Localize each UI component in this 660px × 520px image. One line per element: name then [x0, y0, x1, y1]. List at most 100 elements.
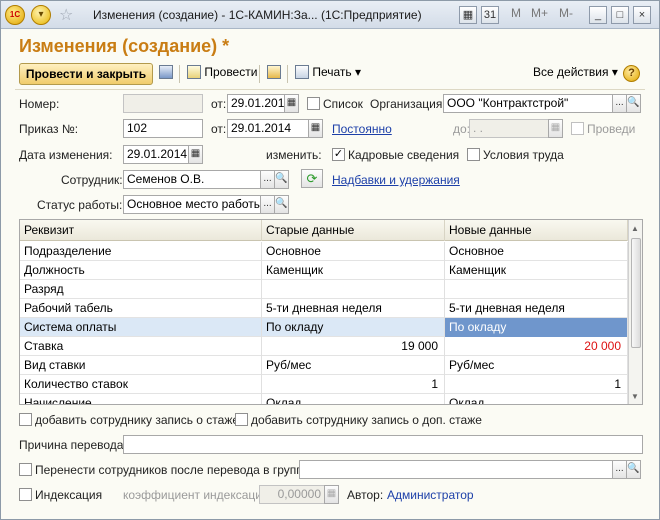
- personnel-label: Кадровые сведения: [348, 148, 460, 162]
- change-date-field[interactable]: 29.01.2014: [123, 145, 189, 164]
- calendar-icon[interactable]: ▦: [284, 94, 299, 113]
- personnel-checkbox[interactable]: ✓: [332, 148, 345, 161]
- calendar-icon[interactable]: ▦: [308, 119, 323, 138]
- cell-attribute: Рабочий табель: [20, 299, 262, 318]
- table-row-selected[interactable]: Система оплаты По окладу По окладу: [20, 318, 628, 337]
- cell-new[interactable]: Руб/мес: [445, 356, 628, 375]
- move-group-field[interactable]: [299, 460, 613, 479]
- help-icon[interactable]: ?: [623, 65, 640, 82]
- memory-m-button[interactable]: M: [511, 6, 521, 20]
- number-date-field[interactable]: 29.01.2014: [227, 94, 285, 113]
- table-row[interactable]: Начисление Оклад Оклад: [20, 394, 628, 404]
- chevron-down-icon: ▾: [355, 65, 362, 79]
- column-header-attribute[interactable]: Реквизит: [20, 220, 262, 241]
- indexing-label: Индексация: [35, 488, 103, 502]
- cell-attribute: Система оплаты: [20, 318, 262, 337]
- move-group-checkbox[interactable]: [19, 463, 32, 476]
- order-number-field[interactable]: 102: [123, 119, 203, 138]
- refresh-icon[interactable]: ⟳: [301, 169, 323, 188]
- select-dots-button[interactable]: ...: [260, 170, 275, 189]
- save-icon[interactable]: [159, 65, 173, 79]
- cell-new[interactable]: 1: [445, 375, 628, 394]
- calendar-icon[interactable]: 31: [481, 6, 499, 24]
- cell-new[interactable]: [445, 280, 628, 299]
- table-row[interactable]: Ставка 19 000 20 000: [20, 337, 628, 356]
- list-checkbox[interactable]: [307, 97, 320, 110]
- table-scrollbar[interactable]: ▲ ▼: [628, 220, 642, 404]
- indexing-checkbox[interactable]: [19, 488, 32, 501]
- post-and-close-button[interactable]: Провести и закрыть: [19, 63, 153, 85]
- number-date-label: от:: [211, 97, 227, 111]
- scrollbar-thumb[interactable]: [631, 238, 641, 348]
- toolbar-separator: [259, 65, 260, 83]
- allowances-link[interactable]: Надбавки и удержания: [332, 173, 460, 187]
- search-icon[interactable]: 🔍: [626, 460, 641, 479]
- favorite-star-icon[interactable]: ☆: [59, 5, 73, 25]
- cell-old: 1: [262, 375, 445, 394]
- conditions-checkbox[interactable]: [467, 148, 480, 161]
- permanent-link[interactable]: Постоянно: [332, 122, 392, 136]
- all-actions-button[interactable]: Все действия ▾: [533, 65, 618, 79]
- table-row[interactable]: Разряд: [20, 280, 628, 299]
- table-row[interactable]: Количество ставок 1 1: [20, 375, 628, 394]
- add-extra-experience-checkbox[interactable]: [235, 413, 248, 426]
- posted-label: Проведи: [587, 122, 636, 136]
- cell-attribute: Подразделение: [20, 242, 262, 261]
- reason-label: Причина перевода:: [19, 438, 127, 452]
- scroll-up-icon[interactable]: ▲: [631, 224, 639, 233]
- search-icon[interactable]: 🔍: [274, 170, 289, 189]
- table-row[interactable]: Рабочий табель 5-ти дневная неделя 5-ти …: [20, 299, 628, 318]
- conditions-label: Условия труда: [483, 148, 564, 162]
- memory-plus-button[interactable]: M+: [531, 6, 548, 20]
- print-button[interactable]: Печать ▾: [295, 65, 361, 79]
- cell-new[interactable]: 20 000: [445, 337, 628, 356]
- close-button[interactable]: ×: [633, 6, 651, 24]
- cell-old: По окладу: [262, 318, 445, 337]
- column-header-new[interactable]: Новые данные: [445, 220, 628, 241]
- app-logo-icon[interactable]: 1С: [5, 5, 25, 25]
- cell-new-selected[interactable]: По окладу: [445, 318, 628, 337]
- employee-field[interactable]: Семенов О.В.: [123, 170, 261, 189]
- calculator-icon[interactable]: ▦: [459, 6, 477, 24]
- cell-old: [262, 280, 445, 299]
- scroll-down-icon[interactable]: ▼: [631, 392, 639, 401]
- list-label: Список: [323, 97, 363, 111]
- cell-new[interactable]: Оклад: [445, 394, 628, 404]
- until-label: до:: [453, 122, 471, 136]
- post-button[interactable]: Провести: [187, 65, 257, 79]
- main-menu-icon[interactable]: ▾: [31, 5, 51, 25]
- maximize-button[interactable]: □: [611, 6, 629, 24]
- work-status-label: Статус работы:: [37, 198, 123, 212]
- cell-old: 5-ти дневная неделя: [262, 299, 445, 318]
- add-experience-checkbox[interactable]: [19, 413, 32, 426]
- calendar-icon[interactable]: ▦: [188, 145, 203, 164]
- cell-new[interactable]: Основное: [445, 242, 628, 261]
- coefficient-label: коэффициент индексации:: [123, 488, 273, 502]
- all-actions-label: Все действия: [533, 65, 609, 79]
- print-label: Печать: [312, 65, 352, 79]
- select-dots-button[interactable]: ...: [612, 460, 627, 479]
- search-icon[interactable]: 🔍: [626, 94, 641, 113]
- memory-minus-button[interactable]: M-: [559, 6, 573, 20]
- select-dots-button[interactable]: ...: [260, 195, 275, 214]
- column-header-old[interactable]: Старые данные: [262, 220, 445, 241]
- table-row[interactable]: Подразделение Основное Основное: [20, 242, 628, 261]
- changes-table[interactable]: Реквизит Старые данные Новые данные Подр…: [19, 219, 643, 405]
- author-value[interactable]: Администратор: [387, 488, 474, 502]
- search-icon[interactable]: 🔍: [274, 195, 289, 214]
- cell-old: 19 000: [262, 337, 445, 356]
- window-title: Изменения (создание) - 1С-КАМИН:За... (1…: [93, 8, 422, 22]
- organization-field[interactable]: ООО "Контрактстрой": [443, 94, 613, 113]
- cell-new[interactable]: Каменщик: [445, 261, 628, 280]
- table-row[interactable]: Должность Каменщик Каменщик: [20, 261, 628, 280]
- organization-label: Организация:: [370, 97, 446, 111]
- order-date-field[interactable]: 29.01.2014: [227, 119, 309, 138]
- reason-field[interactable]: [123, 435, 643, 454]
- table-row[interactable]: Вид ставки Руб/мес Руб/мес: [20, 356, 628, 375]
- cell-old: Оклад: [262, 394, 445, 404]
- cell-new[interactable]: 5-ти дневная неделя: [445, 299, 628, 318]
- select-dots-button[interactable]: ...: [612, 94, 627, 113]
- edit-icon[interactable]: [267, 65, 281, 79]
- minimize-button[interactable]: _: [589, 6, 607, 24]
- work-status-field[interactable]: Основное место работы: [123, 195, 261, 214]
